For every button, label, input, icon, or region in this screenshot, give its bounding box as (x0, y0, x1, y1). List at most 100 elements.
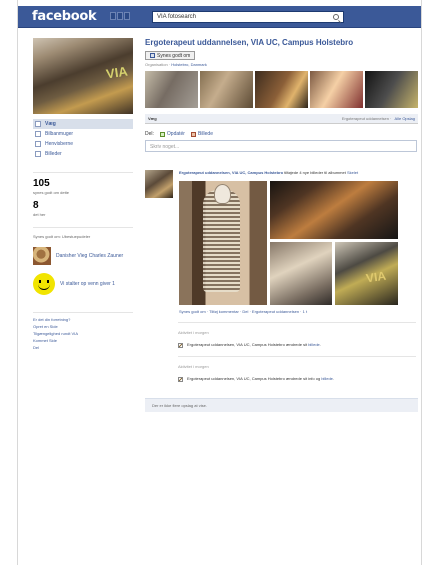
filter-all-posts-link[interactable]: Alle Opslag (395, 116, 415, 121)
post-body: Ergoterapeut uddannelsen, VIA UC, Campus… (179, 170, 411, 314)
share-label: Del: (145, 131, 154, 137)
activity-link[interactable]: billede (308, 342, 320, 347)
sidebar-item-label: Henvisberne (45, 141, 74, 147)
thumbs-up-icon (150, 53, 155, 58)
post-author[interactable]: Ergoterapeut uddannelsen, VIA UC, Campus… (179, 170, 283, 175)
activity-item: Aktivitet i morgen Ergoterapeut uddannel… (178, 323, 416, 349)
search-value: VIA fotosearch (157, 14, 197, 20)
photo-share-button[interactable]: Billede (190, 131, 213, 137)
post-actions: Synes godt om · Tilføj kommentar · Del ·… (179, 309, 411, 315)
like-row: Synes godt om (145, 51, 418, 60)
likes-label: synes godt om dette (33, 190, 70, 195)
via-logo-text: VIA (105, 63, 129, 82)
post-action-text: tilføjede 4 nye billeder til albummet (284, 170, 346, 175)
activity-link[interactable]: billede (321, 376, 333, 381)
friend-avatar[interactable] (33, 247, 51, 266)
sidebar-item-label: Væg (45, 121, 56, 127)
left-link[interactable]: Kommet Side (33, 337, 133, 344)
sidebar-item-label: Billeder (45, 151, 62, 157)
page-category[interactable]: Organisation (145, 62, 168, 67)
photo-strip (145, 71, 418, 108)
friend-name[interactable]: Danisher Vieg Charles Zauner (56, 253, 123, 259)
post-author-avatar[interactable] (145, 170, 173, 198)
share-options: Del: Opdatér Billede (145, 131, 418, 137)
left-link[interactable]: Opret en Side (33, 323, 133, 330)
sidebar-item-photos[interactable]: Billeder (33, 149, 133, 159)
page-stats: 105 synes godt om dette 8 det her (33, 172, 133, 217)
sidebar-item-links[interactable]: Henvisberne (33, 139, 133, 149)
photo-share-label: Billede (197, 131, 213, 137)
links-icon (35, 141, 41, 147)
search-input[interactable]: VIA fotosearch (152, 11, 344, 23)
page-navigation: Væg Bilbanmuger Henvisberne Billeder (33, 119, 133, 159)
friends-like-title: Synes godt om: Ubestuepudeler (33, 234, 91, 239)
page-title[interactable]: Ergoterapeut uddannelsen, VIA UC, Campus… (145, 38, 418, 47)
info-icon (35, 131, 41, 137)
wall-icon (35, 121, 41, 127)
wall-tabs: Væg Ergoterapeut uddannelsen · Alle Opsl… (145, 114, 418, 124)
strip-photo[interactable] (145, 71, 198, 108)
friend-request-icon[interactable] (110, 12, 116, 20)
wall-filter: Ergoterapeut uddannelsen · Alle Opslag (341, 116, 415, 121)
activity-time: Aktivitet i morgen (178, 364, 209, 370)
facebook-logo[interactable]: facebook (32, 9, 97, 24)
page-category-location: Organisation · Holstebro, Danmark (145, 62, 207, 67)
skeleton-photo[interactable] (179, 180, 267, 305)
activity-time: Aktivitet i morgen (178, 330, 209, 336)
strip-photo[interactable] (200, 71, 253, 108)
activity-item: Aktivitet i morgen Ergoterapeut uddannel… (178, 357, 416, 383)
status-share-button[interactable]: Opdatér (159, 131, 185, 137)
tab-wall[interactable]: Væg (148, 116, 157, 121)
pencil-icon (178, 377, 183, 383)
page-profile-picture[interactable]: VIA (33, 38, 133, 114)
status-icon (159, 131, 165, 137)
wall-post: Ergoterapeut uddannelsen, VIA UC, Campus… (145, 170, 418, 314)
status-share-label: Opdatér (166, 131, 185, 137)
status-composer-input[interactable]: Skriv noget... (145, 140, 417, 152)
friend-like-item[interactable]: Danisher Vieg Charles Zauner (33, 247, 133, 266)
like-page-button[interactable]: Synes godt om (145, 51, 196, 60)
older-posts-message: Der er ikke flere opslag at vise. (145, 398, 418, 413)
activity-text: Ergoterapeut uddannelsen, VIA UC, Campus… (178, 342, 416, 349)
mannequin-photo[interactable] (270, 241, 332, 305)
left-link[interactable]: Del (33, 344, 133, 351)
post-actions-line[interactable]: Synes godt om · Tilføj kommentar · Del ·… (179, 309, 307, 314)
sidebar-item-wall[interactable]: Væg (33, 119, 133, 129)
strip-photo[interactable] (255, 71, 308, 108)
activity-text: Ergoterapeut uddannelsen, VIA UC, Campus… (178, 376, 416, 383)
likes-stat: 105 synes godt om dette (33, 178, 133, 195)
photo-album-mosaic: VIA (179, 180, 398, 305)
top-navigation-bar: facebook VIA fotosearch (18, 6, 421, 28)
notifications-icon[interactable] (124, 12, 130, 20)
left-link[interactable]: Er det din forretning? (33, 316, 133, 323)
friend-name[interactable]: Vi stalter op venn giver 1 (60, 281, 115, 287)
main-content: Ergoterapeut uddannelsen, VIA UC, Campus… (145, 38, 418, 413)
left-sidebar: VIA Væg Bilbanmuger Henvisberne Billeder… (33, 38, 133, 351)
friends-like-section: Synes godt om: Ubestuepudeler Danisher V… (33, 227, 133, 296)
via-sign-photo[interactable]: VIA (335, 241, 398, 305)
photos-icon (35, 151, 41, 157)
activity-description: Ergoterapeut uddannelsen, VIA UC, Campus… (187, 376, 321, 382)
activity-description: Ergoterapeut uddannelsen, VIA UC, Campus… (187, 342, 308, 348)
page-location[interactable]: Holstebro, Danmark (171, 62, 207, 67)
post-header: Ergoterapeut uddannelsen, VIA UC, Campus… (179, 170, 411, 176)
strip-photo[interactable] (365, 71, 418, 108)
sidebar-item-label: Bilbanmuger (45, 131, 74, 137)
classroom-photo[interactable] (270, 180, 398, 239)
smiley-avatar[interactable] (33, 273, 55, 296)
likes-count: 105 (33, 178, 50, 189)
search-icon[interactable] (333, 14, 339, 20)
sidebar-item-info[interactable]: Bilbanmuger (33, 129, 133, 139)
filter-label[interactable]: Ergoterapeut uddannelsen (342, 116, 389, 121)
talking-stat: 8 det her (33, 200, 133, 217)
strip-photo[interactable] (310, 71, 363, 108)
photo-icon (190, 131, 196, 137)
messages-icon[interactable] (117, 12, 123, 20)
pencil-icon (178, 343, 183, 349)
talking-count: 8 (33, 200, 39, 211)
album-link[interactable]: Skelet (347, 170, 358, 175)
left-link[interactable]: Tilgængelighed rundt VIA (33, 330, 133, 337)
via-sign-text: VIA (365, 268, 387, 285)
notification-icons (110, 12, 134, 22)
friend-like-item[interactable]: Vi stalter op venn giver 1 (33, 273, 133, 296)
